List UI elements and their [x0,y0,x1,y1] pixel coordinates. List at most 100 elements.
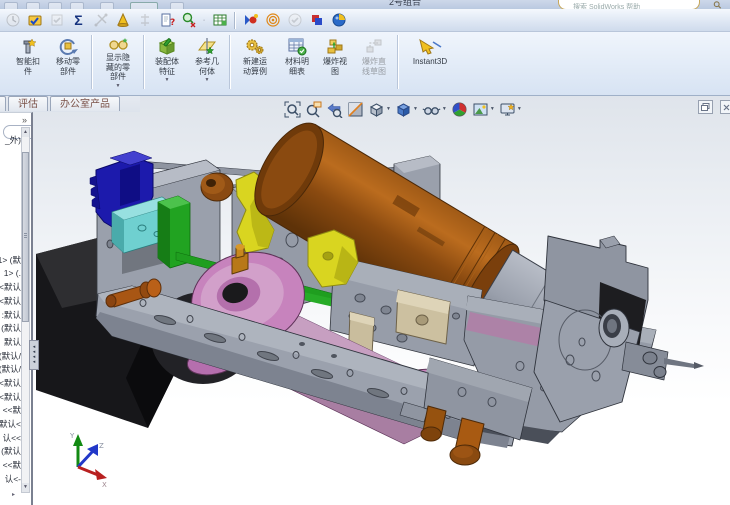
tree-item[interactable]: (默认 [1,445,21,457]
tree-item[interactable]: <默认 [0,377,21,389]
panel-resize-icon[interactable]: ▸ [12,491,15,498]
ribbon-bill-of-materials-button[interactable]: 材料明 细表 [277,32,317,93]
zoom-to-area-icon[interactable] [305,101,322,118]
dropdown-arrow-icon[interactable]: ▼ [386,106,391,112]
equations-icon[interactable]: Σ [69,11,88,30]
edit-appearance-icon[interactable] [451,101,468,118]
panel-expand-chevron-icon[interactable]: » [22,115,27,125]
design-clock-icon[interactable] [3,11,22,30]
headsup-view-toolbar: ▼ ▼ ▼ ▼ ▼ [284,97,522,121]
dropdown-arrow-icon[interactable]: ▼ [490,106,495,112]
dropdown-arrow-icon[interactable]: ▼ [517,106,522,112]
tab-assembly-partial[interactable] [0,96,6,111]
import-diagnostics-icon[interactable]: ? [157,11,176,30]
checkbox-icon[interactable] [47,11,66,30]
panel-splitter-handle[interactable]: ◂ ◂ ◂ ◂ [29,340,39,370]
window-title: 2号组合 [388,0,421,7]
ribbon-exploded-view-button[interactable]: 爆炸视 图 [317,32,353,93]
tab-office-products[interactable]: 办公室产品 [50,96,120,111]
toolbar-overflow-dash[interactable]: · [201,17,207,24]
motion-manager-icon[interactable] [241,11,260,30]
approve-icon[interactable] [285,11,304,30]
reference-geometry-icon [197,35,217,57]
splitter-arrow-icon: ◂ [32,359,36,365]
ribbon-insert-component-button[interactable]: 零 … [0,32,9,93]
close-window-icon[interactable] [720,100,730,114]
motion-study-icon [245,35,265,57]
move-component-icon [58,35,78,57]
tree-item[interactable]: (默认/ [0,350,21,362]
ribbon-move-component-button[interactable]: 移动零 部件 [47,32,89,93]
ribbon-show-hidden-components-button[interactable]: 显示隐 藏的零 部件 ▼ [95,32,141,93]
show-hidden-icon [108,35,128,53]
ribbon-smart-fasteners-button[interactable]: 智能扣 件 [9,32,47,93]
display-style-icon[interactable]: ▼ [395,101,418,118]
dropdown-arrow-icon[interactable]: ▼ [442,106,447,112]
restore-window-icon[interactable] [698,100,713,114]
svg-text:?: ? [170,18,175,28]
ribbon-separator [91,35,93,89]
tree-item[interactable]: 1> (. [4,268,21,278]
tree-item[interactable]: <<默 [3,404,21,416]
section-view-icon[interactable] [347,101,364,118]
standard-toolbar: Σ ? · [0,9,730,32]
zoom-to-fit-icon[interactable] [284,101,301,118]
graphics-viewport[interactable] [0,95,730,504]
hide-show-items-icon[interactable]: ▼ [422,101,447,118]
compare-documents-icon[interactable] [307,11,326,30]
toolbar-separator [234,11,236,29]
explode-line-sketch-icon [364,35,384,57]
tree-item[interactable]: (默认 [1,322,21,334]
previous-view-icon[interactable] [326,101,343,118]
ribbon-separator [229,35,231,89]
dropdown-arrow-icon[interactable]: ▼ [116,83,121,89]
tab-evaluate[interactable]: 评估 [8,96,48,111]
view-settings-icon[interactable]: ▼ [499,101,522,118]
tree-item[interactable]: 认<< [3,432,21,444]
ribbon-reference-geometry-button[interactable]: 参考几 何体 ▼ [187,32,227,93]
design-binder-icon[interactable] [25,11,44,30]
design-table-icon[interactable] [210,11,229,30]
assembly-features-icon [157,35,177,57]
dropdown-arrow-icon[interactable]: ▼ [165,77,170,83]
scroll-down-icon[interactable]: ▼ [22,483,29,492]
ribbon-instant3d-button[interactable]: Instant3D [401,32,459,93]
command-manager-tab-strip: 评估 办公室产品 [0,95,140,112]
instant3d-icon [417,35,443,57]
edrawings-sphere-icon[interactable] [329,11,348,30]
tree-item[interactable]: <默认 [0,295,21,307]
bom-table-icon [287,35,307,57]
tree-item[interactable]: <默认 [0,391,21,403]
ribbon-new-motion-study-button[interactable]: 新建运 动算例 [233,32,277,93]
exploded-view-icon [325,35,345,57]
dropdown-arrow-icon[interactable]: ▼ [205,77,210,83]
ribbon-assembly-features-button[interactable]: 装配体 特征 ▼ [147,32,187,93]
ribbon-separator [397,35,399,89]
feature-manager-panel[interactable]: » _外) 1> (默 1> (. <默认 <默认 :默认 (默认 默认 (默认… [0,112,33,505]
tree-item[interactable]: <<默 [3,459,21,471]
tree-item[interactable]: _外) [5,134,21,146]
tree-item[interactable]: :默认 [2,309,21,321]
tree-item[interactable]: <默认 [0,281,21,293]
align-icon[interactable] [135,11,154,30]
ribbon-separator [143,35,145,89]
interference-detection-icon[interactable] [113,11,132,30]
command-manager-ribbon: 零 … 智能扣 件 移动零 部件 显示隐 藏的零 部件 ▼ 装配体 特征 ▼ 参… [0,32,730,96]
motion-rings-icon[interactable] [263,11,282,30]
tree-item[interactable]: 默认< [0,418,21,430]
measure-icon[interactable] [91,11,110,30]
check-entity-icon[interactable] [179,11,198,30]
tree-item[interactable]: 认<- [5,473,21,485]
tree-item[interactable]: (默认/ [0,363,21,375]
dropdown-arrow-icon[interactable]: ▼ [413,106,418,112]
tree-item[interactable]: 默认 [4,336,21,348]
tree-item[interactable]: 1> (默 [0,254,21,266]
view-orientation-icon[interactable]: ▼ [368,101,391,118]
ribbon-explode-line-sketch-button[interactable]: 爆炸直 线草图 [353,32,395,93]
scrollbar-thumb[interactable] [22,152,29,322]
search-icon[interactable] [713,1,722,9]
apply-scene-icon[interactable]: ▼ [472,101,495,118]
smart-fasteners-icon [18,35,38,57]
tree-scrollbar[interactable]: ▲ ▼ [21,127,30,493]
scroll-up-icon[interactable]: ▲ [22,128,29,137]
